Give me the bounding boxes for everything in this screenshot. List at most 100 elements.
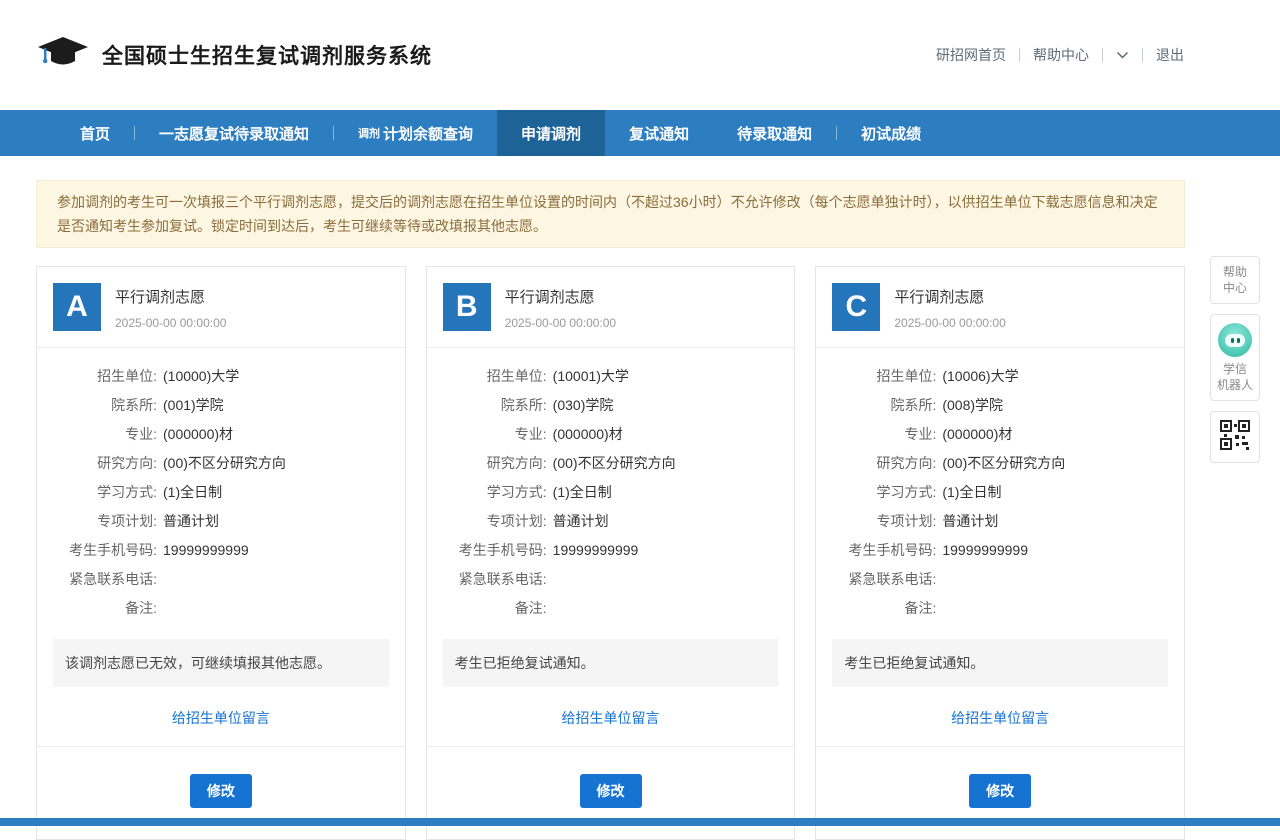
modify-button[interactable]: 修改 (969, 774, 1031, 808)
nav-retest-notice[interactable]: 复试通知 (605, 110, 713, 156)
field-value: 19999999999 (942, 540, 1028, 560)
field-value: 普通计划 (163, 511, 219, 531)
field-label: 考生手机号码: (832, 540, 936, 560)
field-label: 学习方式: (53, 482, 157, 502)
help-center-widget[interactable]: 帮助 中心 (1210, 256, 1260, 304)
field-label: 院系所: (53, 395, 157, 415)
field-label: 学习方式: (443, 482, 547, 502)
field-row: 招生单位:(10001)大学 (443, 366, 779, 386)
field-label: 紧急联系电话: (832, 569, 936, 589)
nav-initial-score[interactable]: 初试成绩 (837, 110, 945, 156)
card-title: 平行调剂志愿 (894, 286, 1005, 307)
field-row: 考生手机号码:19999999999 (443, 540, 779, 560)
field-value: (030)学院 (553, 395, 614, 415)
nav-home[interactable]: 首页 (56, 110, 134, 156)
card-fields: 招生单位:(10006)大学 院系所:(008)学院 专业:(000000)材 … (816, 348, 1184, 631)
field-row: 专项计划:普通计划 (443, 511, 779, 531)
message-to-unit-link[interactable]: 给招生单位留言 (951, 710, 1049, 726)
brand: 全国硕士生招生复试调剂服务系统 (36, 35, 432, 76)
footer-bar (0, 818, 1280, 826)
field-row: 专业:(000000)材 (832, 424, 1168, 444)
robot-widget[interactable]: 学信 机器人 (1210, 314, 1260, 401)
field-row: 紧急联系电话: (443, 569, 779, 589)
card-timestamp: 2025-00-00 00:00:00 (505, 316, 616, 330)
nav-apply-adjustment[interactable]: 申请调剂 (497, 110, 605, 156)
divider (1102, 48, 1103, 62)
field-value: (000000)材 (942, 424, 1012, 444)
field-label: 紧急联系电话: (53, 569, 157, 589)
field-row: 学习方式: (1)全日制 (53, 482, 389, 502)
field-value: (10001)大学 (553, 366, 629, 386)
message-to-unit-link[interactable]: 给招生单位留言 (562, 710, 660, 726)
user-menu-chevron-down-icon[interactable] (1116, 51, 1129, 60)
field-row: 学习方式: (1)全日制 (443, 482, 779, 502)
field-label: 院系所: (832, 395, 936, 415)
field-value: (10006)大学 (942, 366, 1018, 386)
field-value: 普通计划 (942, 511, 998, 531)
card-letter-badge: B (443, 283, 491, 331)
field-row: 备注: (53, 598, 389, 618)
header-links: 研招网首页 帮助中心 退出 (936, 45, 1184, 65)
modify-button[interactable]: 修改 (190, 774, 252, 808)
top-header: 全国硕士生招生复试调剂服务系统 研招网首页 帮助中心 退出 (0, 0, 1280, 110)
field-label: 专业: (53, 424, 157, 444)
volunteer-card-a: A 平行调剂志愿 2025-00-00 00:00:00 招生单位:(10000… (36, 266, 406, 840)
field-value: (00)不区分研究方向 (163, 453, 286, 473)
field-value: (1)全日制 (553, 482, 612, 502)
field-label: 专业: (443, 424, 547, 444)
floating-widgets: 帮助 中心 学信 机器人 (1210, 256, 1260, 463)
yz-home-link[interactable]: 研招网首页 (936, 45, 1006, 65)
field-label: 研究方向: (443, 453, 547, 473)
card-header: A 平行调剂志愿 2025-00-00 00:00:00 (37, 267, 405, 348)
field-label: 研究方向: (832, 453, 936, 473)
logout-link[interactable]: 退出 (1156, 45, 1184, 65)
nav-quota-query[interactable]: 调剂 计划余额查询 (334, 110, 497, 156)
nav-first-choice-admission-notice[interactable]: 一志愿复试待录取通知 (135, 110, 333, 156)
field-row: 备注: (443, 598, 779, 618)
status-message: 考生已拒绝复试通知。 (832, 639, 1168, 687)
field-value: (008)学院 (942, 395, 1003, 415)
field-label: 招生单位: (832, 366, 936, 386)
field-label: 考生手机号码: (53, 540, 157, 560)
card-title: 平行调剂志愿 (115, 286, 226, 307)
field-label: 专项计划: (443, 511, 547, 531)
card-fields: 招生单位:(10000)大学 院系所:(001)学院 专业:(000000)材 … (37, 348, 405, 631)
qr-code-widget[interactable] (1210, 411, 1260, 463)
field-value: (000000)材 (163, 424, 233, 444)
qr-code-icon (1220, 439, 1250, 453)
volunteer-card-c: C 平行调剂志愿 2025-00-00 00:00:00 招生单位:(10006… (815, 266, 1185, 840)
nav-apply-label: 申请调剂 (521, 123, 581, 144)
field-row: 紧急联系电话: (53, 569, 389, 589)
nav-admission-label: 待录取通知 (737, 123, 812, 144)
field-row: 考生手机号码:19999999999 (53, 540, 389, 560)
help-center-link[interactable]: 帮助中心 (1033, 45, 1089, 65)
field-row: 备注: (832, 598, 1168, 618)
card-letter-badge: A (53, 283, 101, 331)
field-label: 学习方式: (832, 482, 936, 502)
field-row: 院系所:(001)学院 (53, 395, 389, 415)
field-value: (000000)材 (553, 424, 623, 444)
card-title: 平行调剂志愿 (505, 286, 616, 307)
field-row: 招生单位:(10000)大学 (53, 366, 389, 386)
main-nav: 首页 一志愿复试待录取通知 调剂 计划余额查询 申请调剂 复试通知 待录取通知 … (0, 110, 1280, 156)
field-label: 备注: (443, 598, 547, 618)
field-row: 考生手机号码: 19999999999 (832, 540, 1168, 560)
robot-label-line1: 学信 (1214, 361, 1256, 377)
field-label: 备注: (53, 598, 157, 618)
page-title: 全国硕士生招生复试调剂服务系统 (102, 40, 432, 70)
modify-button[interactable]: 修改 (580, 774, 642, 808)
field-row: 专项计划:普通计划 (832, 511, 1168, 531)
nav-admission-notice[interactable]: 待录取通知 (713, 110, 836, 156)
field-row: 院系所:(030)学院 (443, 395, 779, 415)
field-row: 招生单位: (10006)大学 (832, 366, 1168, 386)
field-value: (1)全日制 (163, 482, 222, 502)
field-value: 19999999999 (553, 540, 639, 560)
volunteer-cards-row: A 平行调剂志愿 2025-00-00 00:00:00 招生单位:(10000… (36, 266, 1185, 840)
help-widget-label-line2: 中心 (1214, 280, 1256, 296)
field-value: (00)不区分研究方向 (942, 453, 1065, 473)
message-to-unit-link[interactable]: 给招生单位留言 (172, 710, 270, 726)
field-label: 专项计划: (53, 511, 157, 531)
robot-avatar-icon (1218, 323, 1252, 357)
message-link-row: 给招生单位留言 (427, 687, 795, 746)
field-row: 研究方向:(00)不区分研究方向 (53, 453, 389, 473)
